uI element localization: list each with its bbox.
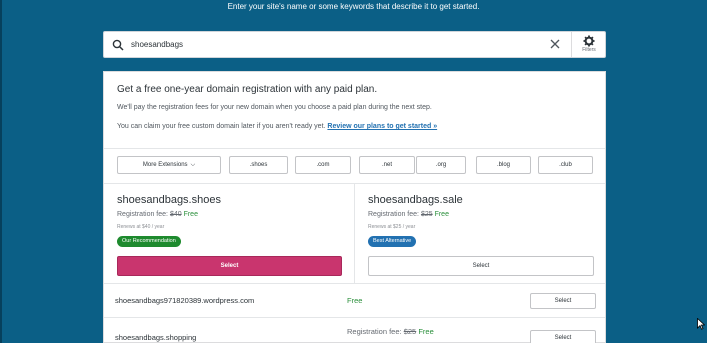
old-price: $25: [420, 211, 433, 218]
featured-domain-name: shoesandbags.sale: [368, 194, 463, 206]
domain-row-name: shoesandbags971820389.wordpress.com: [115, 296, 255, 305]
fee-label: Registration fee:: [347, 327, 402, 336]
domain-search-box: shoesandbags Filters: [103, 31, 606, 58]
promo-claim-later: You can claim your free custom domain la…: [117, 123, 437, 130]
filters-label: Filters: [582, 47, 596, 53]
promo-description: We'll pay the registration fees for your…: [117, 104, 432, 111]
select-domain-button[interactable]: Select: [530, 330, 596, 343]
search-input[interactable]: shoesandbags: [131, 32, 183, 57]
mouse-pointer-icon: [697, 318, 705, 330]
featured-registration-fee: Registration fee: $40 Free: [117, 211, 198, 218]
page-subtitle: Enter your site's name or some keywords …: [227, 2, 480, 11]
select-domain-button[interactable]: Select: [530, 293, 596, 309]
free-price: Free: [418, 327, 434, 336]
recommendation-badge: Our Recommendation: [117, 236, 181, 247]
gear-icon: [583, 35, 595, 47]
review-plans-link[interactable]: Review our plans to get started »: [327, 123, 437, 130]
featured-registration-fee: Registration fee: $25 Free: [368, 211, 449, 218]
more-extensions-label: More Extensions: [142, 162, 188, 168]
domain-results-panel: Get a free one-year domain registration …: [103, 71, 606, 343]
featured-domain-name: shoesandbags.shoes: [117, 194, 221, 206]
filters-button[interactable]: Filters: [572, 32, 606, 57]
old-price: $40: [169, 211, 182, 218]
more-extensions-button[interactable]: More Extensions ⌵: [117, 156, 221, 174]
chevron-down-icon: ⌵: [190, 162, 196, 168]
domain-row-fee: Registration fee: $25 Free: [347, 327, 434, 336]
divider: [104, 283, 605, 284]
select-featured-secondary-button[interactable]: Select: [368, 256, 594, 276]
old-price: $25: [403, 327, 417, 336]
fee-label: Registration fee:: [368, 211, 419, 218]
promo-title: Get a free one-year domain registration …: [117, 84, 378, 95]
alternative-badge: Best Alternative: [368, 236, 417, 247]
fee-label: Registration fee:: [117, 211, 168, 218]
search-icon: [112, 39, 124, 51]
tld-filter-org[interactable]: .org: [416, 156, 466, 174]
promo-claim-text: You can claim your free custom domain la…: [117, 123, 326, 130]
tld-filter-club[interactable]: .club: [538, 156, 593, 174]
domain-row-free: Free: [347, 296, 363, 305]
free-price: Free: [183, 211, 198, 218]
select-featured-primary-button[interactable]: Select: [117, 256, 342, 276]
divider: [104, 148, 605, 149]
free-price: Free: [434, 211, 449, 218]
tld-filter-net[interactable]: .net: [359, 156, 415, 174]
tld-filter-shoes[interactable]: .shoes: [229, 156, 288, 174]
renewal-price: Renews at $25 / year: [368, 224, 416, 230]
close-icon[interactable]: [549, 38, 561, 50]
window-edge: [0, 0, 2, 343]
domain-row-name: shoesandbags.shopping: [115, 333, 197, 342]
tld-filter-com[interactable]: .com: [295, 156, 351, 174]
renewal-price: Renews at $40 / year: [117, 224, 165, 230]
divider: [104, 317, 605, 318]
column-divider: [354, 184, 355, 283]
tld-filter-blog[interactable]: .blog: [476, 156, 531, 174]
